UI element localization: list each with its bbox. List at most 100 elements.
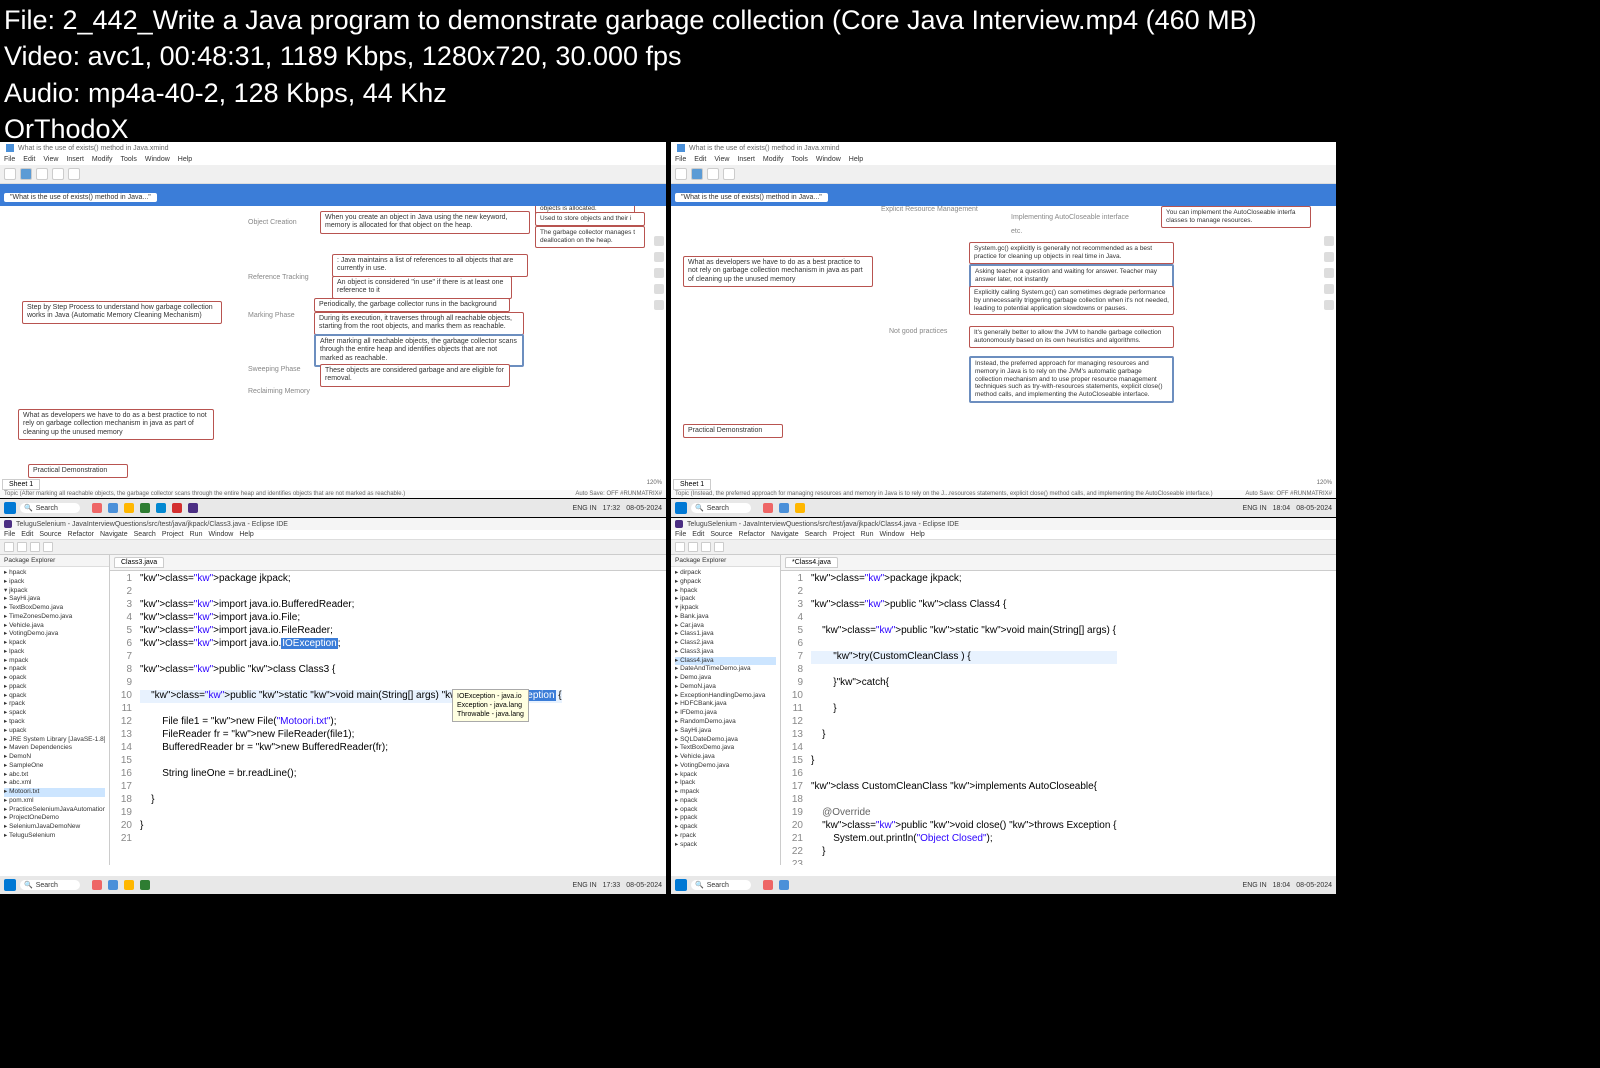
menu-file[interactable]: File [4,531,15,538]
menu-file[interactable]: File [675,531,686,538]
menu-bar[interactable]: File Edit View Insert Modify Tools Windo… [0,154,666,165]
editor-tab-active[interactable]: Class3.java [114,557,164,568]
menu-edit[interactable]: Edit [23,156,35,163]
tree-item[interactable]: ▸ VotingDemo.java [4,630,105,639]
tree-item[interactable]: ▸ PracticeSeleniumJavaAutomationNin [4,806,105,815]
tree-item[interactable]: ▸ Vehicle.java [4,622,105,631]
tree-item[interactable]: ▸ SampleOne [4,762,105,771]
tree-item[interactable]: ▸ npack [675,797,776,806]
tree-item[interactable]: ▸ qpack [675,823,776,832]
start-button[interactable] [4,879,16,891]
node-ng-4[interactable]: It's generally better to allow the JVM t… [969,326,1174,348]
package-explorer[interactable]: Package Explorer ▸ hpack▸ ipack▾ jkpack … [0,555,110,865]
tree-item[interactable]: ▸ ProjectOneDemo [4,814,105,823]
node-ng-2[interactable]: Asking teacher a question and waiting fo… [969,264,1174,288]
notes-icon[interactable] [654,284,664,294]
tool-new[interactable] [4,168,16,180]
tool-save[interactable] [688,542,698,552]
time[interactable]: 18:04 [1273,505,1291,512]
tree-item[interactable]: ▸ abc.txt [4,771,105,780]
tool-debug[interactable] [30,542,40,552]
tree-item[interactable]: ▸ ExceptionHandlingDemo.java [675,692,776,701]
tree-item[interactable]: ▾ jkpack [675,604,776,613]
app-icon[interactable] [92,503,102,513]
lang[interactable]: ENG IN [573,505,597,512]
node-root[interactable]: Step by Step Process to understand how g… [22,301,222,324]
tool-run[interactable] [43,542,53,552]
tree-item[interactable]: ▸ Motoori.txt [4,788,105,797]
zoom-label[interactable]: 120% [647,480,662,486]
app-icon[interactable] [140,503,150,513]
tree-item[interactable]: ▸ Class3.java [675,648,776,657]
date[interactable]: 08-05-2024 [626,882,662,889]
menu-refactor[interactable]: Refactor [739,531,765,538]
tree-item[interactable]: ▸ dirpack [675,569,776,578]
mindmap-canvas[interactable]: Step by Step Process to understand how g… [0,206,666,496]
start-button[interactable] [675,879,687,891]
time[interactable]: 18:04 [1273,882,1291,889]
package-explorer[interactable]: Package Explorer ▸ dirpack▸ ghpack▸ hpac… [671,555,781,865]
menu-bar[interactable]: File Edit Source Refactor Navigate Searc… [0,530,666,540]
menu-navigate[interactable]: Navigate [771,531,799,538]
tree-item[interactable]: ▸ kpack [4,639,105,648]
tree-item[interactable]: ▸ TimeZonesDemo.java [4,613,105,622]
menu-view[interactable]: View [714,156,729,163]
tree-item[interactable]: ▸ SeleniumJavaDemoNew [4,823,105,832]
tree-item[interactable]: ▸ ghpack [675,578,776,587]
tool-print[interactable] [36,168,48,180]
menu-insert[interactable]: Insert [66,156,84,163]
app-icon[interactable] [108,880,118,890]
menu-modify[interactable]: Modify [763,156,784,163]
tree-item[interactable]: ▸ opack [4,674,105,683]
sheet-tab[interactable]: Sheet 1 [2,479,40,490]
date[interactable]: 08-05-2024 [1296,505,1332,512]
app-icon[interactable] [763,880,773,890]
menu-search[interactable]: Search [134,531,156,538]
menu-help[interactable]: Help [239,531,253,538]
node-marking-1[interactable]: Periodically, the garbage collector runs… [314,298,510,312]
tree-item[interactable]: ▸ ipack [675,595,776,604]
lang[interactable]: ENG IN [573,882,597,889]
tree-item[interactable]: ▸ opack [675,806,776,815]
tree-item[interactable]: ▸ Class1.java [675,630,776,639]
node-obj-create-text[interactable]: When you create an object in Java using … [320,211,530,234]
node-marking-3-selected[interactable]: After marking all reachable objects, the… [314,334,524,367]
app-icon[interactable] [124,503,134,513]
tree-item[interactable]: ▸ Bank.java [675,613,776,622]
tool-save[interactable] [17,542,27,552]
tree-item[interactable]: ▸ mpack [675,788,776,797]
menu-bar[interactable]: File Edit Source Refactor Navigate Searc… [671,530,1336,540]
menu-window[interactable]: Window [816,156,841,163]
tool-print[interactable] [707,168,719,180]
tree-item[interactable]: ▸ DemoN.java [675,683,776,692]
document-tab[interactable]: "What is the use of exists() method in J… [675,193,828,202]
menu-help[interactable]: Help [910,531,924,538]
zoom-label[interactable]: 120% [1317,480,1332,486]
menu-run[interactable]: Run [861,531,874,538]
tree-item[interactable]: ▸ npack [4,665,105,674]
tree-item[interactable]: ▸ HDFCBank.java [675,700,776,709]
tool-undo[interactable] [52,168,64,180]
sheet-tab[interactable]: Sheet 1 [673,479,711,490]
tree-item[interactable]: ▸ tpack [4,718,105,727]
code-editor[interactable]: 1234567891011121314151617181920212223242… [781,571,1336,865]
tool-new[interactable] [4,542,14,552]
tree-item[interactable]: ▸ Demo.java [675,674,776,683]
time[interactable]: 17:32 [603,505,621,512]
tree-item[interactable]: ▸ upack [4,727,105,736]
search-box[interactable]: 🔍 Search [691,880,751,890]
node-reftrack-2[interactable]: An object is considered "in use" if ther… [332,276,512,299]
node-sweep[interactable]: These objects are considered garbage and… [320,364,510,387]
editor-tab-active[interactable]: *Class4.java [785,557,838,568]
lang[interactable]: ENG IN [1243,505,1267,512]
document-tab[interactable]: "What is the use of exists() method in J… [4,193,157,202]
tree-item[interactable]: ▸ ppack [675,814,776,823]
content-assist-popup[interactable]: IOException - java.io Exception - java.l… [452,689,529,722]
search-box[interactable]: 🔍 Search [691,503,751,513]
format-icon[interactable] [1324,252,1334,262]
app-icon[interactable] [92,880,102,890]
search-box[interactable]: 🔍 Search [20,503,80,513]
tree-item[interactable]: ▸ qpack [4,692,105,701]
tool-save[interactable] [691,168,703,180]
tool-debug[interactable] [701,542,711,552]
